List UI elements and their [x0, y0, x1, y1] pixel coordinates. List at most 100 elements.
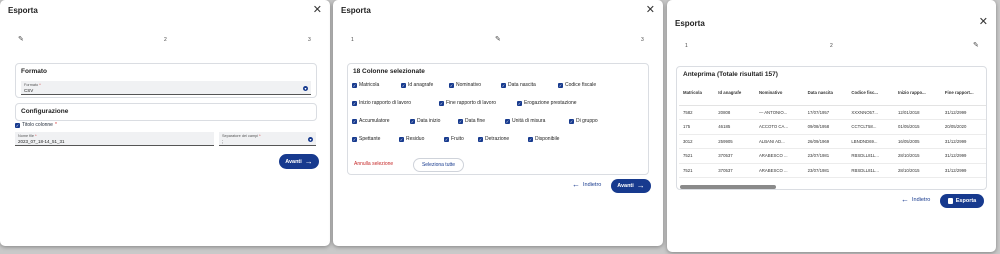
table-row: 7521 370537 ARABESCO ... 23/07/1981 RBSDLL81…: [679, 163, 986, 178]
column-checkbox[interactable]: ✓ Di gruppo: [569, 118, 598, 124]
column-checkbox[interactable]: ✓ Nominativo: [449, 82, 481, 88]
column-checkbox[interactable]: ✓ Id anagrafe: [401, 82, 433, 88]
table-row: 3012 259905 ALBANI AD... 26/09/1969 LBNDND69…: [679, 134, 986, 149]
table-cell: 31/12/2999: [940, 148, 986, 164]
checkbox-checked-icon[interactable]: ✓: [401, 82, 406, 88]
preview-table-scroll[interactable]: Matricola Id anagrafe Nominativo Data nasci…: [679, 81, 986, 185]
config-card-title: Configurazione: [21, 108, 69, 115]
checkbox-checked-icon[interactable]: ✓: [517, 100, 522, 106]
config-card: Configurazione: [15, 103, 317, 121]
column-checkbox[interactable]: ✓ Spettante: [352, 136, 380, 142]
filename-label: Nome file *: [18, 134, 37, 138]
checkbox-checked-icon[interactable]: ✓: [444, 136, 449, 142]
table-cell: 259905: [714, 134, 755, 149]
table-header-cell: Fine rapport...: [940, 81, 986, 106]
column-checkbox[interactable]: ✓ Disponibile: [528, 136, 559, 142]
column-checkbox-label: Detrazione: [485, 136, 510, 142]
next-button[interactable]: Avanti →: [279, 154, 319, 169]
table-header-cell: Data nascita: [803, 81, 848, 106]
step-1[interactable]: 1: [685, 43, 688, 49]
column-checkbox[interactable]: ✓ Residuo: [399, 136, 424, 142]
select-all-button[interactable]: Seleziona tutte: [413, 158, 464, 172]
next-label: Avanti: [285, 158, 302, 165]
table-cell: 23/07/1981: [803, 163, 848, 178]
checkbox-checked-icon[interactable]: ✓: [352, 118, 357, 124]
column-checkbox[interactable]: ✓ Fine rapporto di lavoro: [439, 100, 496, 106]
column-checkbox-label: Id anagrafe: [408, 82, 434, 88]
checkbox-checked-icon[interactable]: ✓: [558, 82, 563, 88]
dialog-title: Esporta: [8, 5, 38, 15]
back-button[interactable]: ← Indietro: [572, 181, 601, 189]
step-3[interactable]: 3: [308, 37, 311, 43]
checkbox-checked-icon[interactable]: ✓: [458, 118, 463, 124]
step-3[interactable]: 3: [641, 37, 644, 43]
column-checkbox-label: Data inizio: [417, 118, 441, 124]
table-cell: 20/05/2020: [940, 119, 986, 135]
step-2-edit-icon[interactable]: ✎: [495, 35, 501, 43]
columns-card: 18 Colonne selezionate ✓ Matricola ✓ Id ana…: [347, 63, 649, 175]
close-icon[interactable]: ✕: [646, 4, 655, 16]
file-export-icon: [947, 198, 953, 204]
step-2[interactable]: 2: [164, 37, 167, 43]
checkbox-checked-icon[interactable]: ✓: [410, 118, 415, 124]
checkbox-checked-icon[interactable]: ✓: [439, 100, 444, 106]
arrow-right-icon: →: [636, 181, 645, 190]
column-checkbox-label: Matricola: [359, 82, 380, 88]
column-checkbox[interactable]: ✓ Detrazione: [478, 136, 509, 142]
close-icon[interactable]: ✕: [313, 4, 322, 16]
horizontal-scrollbar[interactable]: [680, 185, 776, 189]
column-checkbox[interactable]: ✓ Unità di misura: [505, 118, 545, 124]
table-cell: 31/12/2999: [940, 163, 986, 178]
dialog-header: Esporta ✕: [333, 0, 663, 20]
checkbox-checked-icon[interactable]: ✓: [352, 100, 357, 106]
column-checkbox[interactable]: ✓ Data nascita: [501, 82, 536, 88]
back-label: Indietro: [583, 182, 602, 188]
deselect-button[interactable]: Annulla selezione: [354, 161, 393, 167]
column-titles-checkbox[interactable]: ✓ Titolo colonne *: [15, 122, 57, 128]
column-checkbox[interactable]: ✓ Inizio rapporto di lavoro: [352, 100, 411, 106]
checkbox-checked-icon[interactable]: ✓: [528, 136, 533, 142]
back-button[interactable]: ← Indietro: [901, 196, 930, 204]
table-cell: 28/10/2015: [894, 163, 941, 178]
columns-title: 18 Colonne selezionate: [353, 68, 425, 75]
column-checkbox-label: Data fine: [465, 118, 486, 124]
column-checkbox[interactable]: ✓ Fruito: [444, 136, 464, 142]
checkbox-checked-icon[interactable]: ✓: [399, 136, 404, 142]
checkbox-checked-icon[interactable]: ✓: [449, 82, 454, 88]
checkbox-checked-icon[interactable]: ✓: [15, 122, 20, 128]
table-cell: 12/01/2018: [894, 105, 941, 120]
step-2[interactable]: 2: [830, 43, 833, 49]
column-checkbox[interactable]: ✓ Data fine: [458, 118, 485, 124]
column-checkbox-label: Data nascita: [508, 82, 536, 88]
checkbox-checked-icon[interactable]: ✓: [352, 82, 357, 88]
column-checkbox[interactable]: ✓ Data inizio: [410, 118, 440, 124]
column-checkbox[interactable]: ✓ Erogazione prestazione: [517, 100, 577, 106]
column-checkbox[interactable]: ✓ Codice fiscale: [558, 82, 596, 88]
column-checkbox[interactable]: ✓ Matricola: [352, 82, 379, 88]
next-button[interactable]: Avanti →: [611, 179, 651, 193]
chevron-down-icon[interactable]: ▾: [303, 86, 308, 91]
export-button[interactable]: Esporta: [940, 194, 984, 208]
next-label: Avanti: [617, 183, 634, 189]
step-3-edit-icon[interactable]: ✎: [973, 41, 979, 49]
table-cell: LBNDND69...: [847, 134, 894, 149]
format-card-title: Formato: [21, 68, 47, 75]
checkbox-checked-icon[interactable]: ✓: [569, 118, 574, 124]
checkbox-checked-icon[interactable]: ✓: [352, 136, 357, 142]
column-checkbox[interactable]: ✓ Accumulatore: [352, 118, 390, 124]
step-1[interactable]: 1: [351, 37, 354, 43]
checkbox-checked-icon[interactable]: ✓: [505, 118, 510, 124]
format-select[interactable]: Formato * CSV ▾: [21, 81, 311, 95]
table-cell: 7521: [679, 148, 715, 164]
export-dialog-step3: Esporta ✕ 1 2 ✎ Anteprima (Totale risult…: [667, 0, 996, 252]
checkbox-checked-icon[interactable]: ✓: [478, 136, 483, 142]
checkbox-checked-icon[interactable]: ✓: [501, 82, 506, 88]
table-cell: ALBANI AD...: [754, 134, 804, 149]
filename-field[interactable]: Nome file * 2023_07_18-14_51_31: [15, 132, 214, 146]
table-cell: RBSDLL81L...: [847, 163, 894, 178]
close-icon[interactable]: ✕: [979, 17, 988, 28]
separator-select[interactable]: Separatore dei campi * ; ▾: [219, 132, 316, 146]
step-1-edit-icon[interactable]: ✎: [18, 35, 24, 43]
preview-title: Anteprima (Totale risultati 157): [683, 71, 778, 78]
chevron-down-icon[interactable]: ▾: [308, 137, 313, 142]
